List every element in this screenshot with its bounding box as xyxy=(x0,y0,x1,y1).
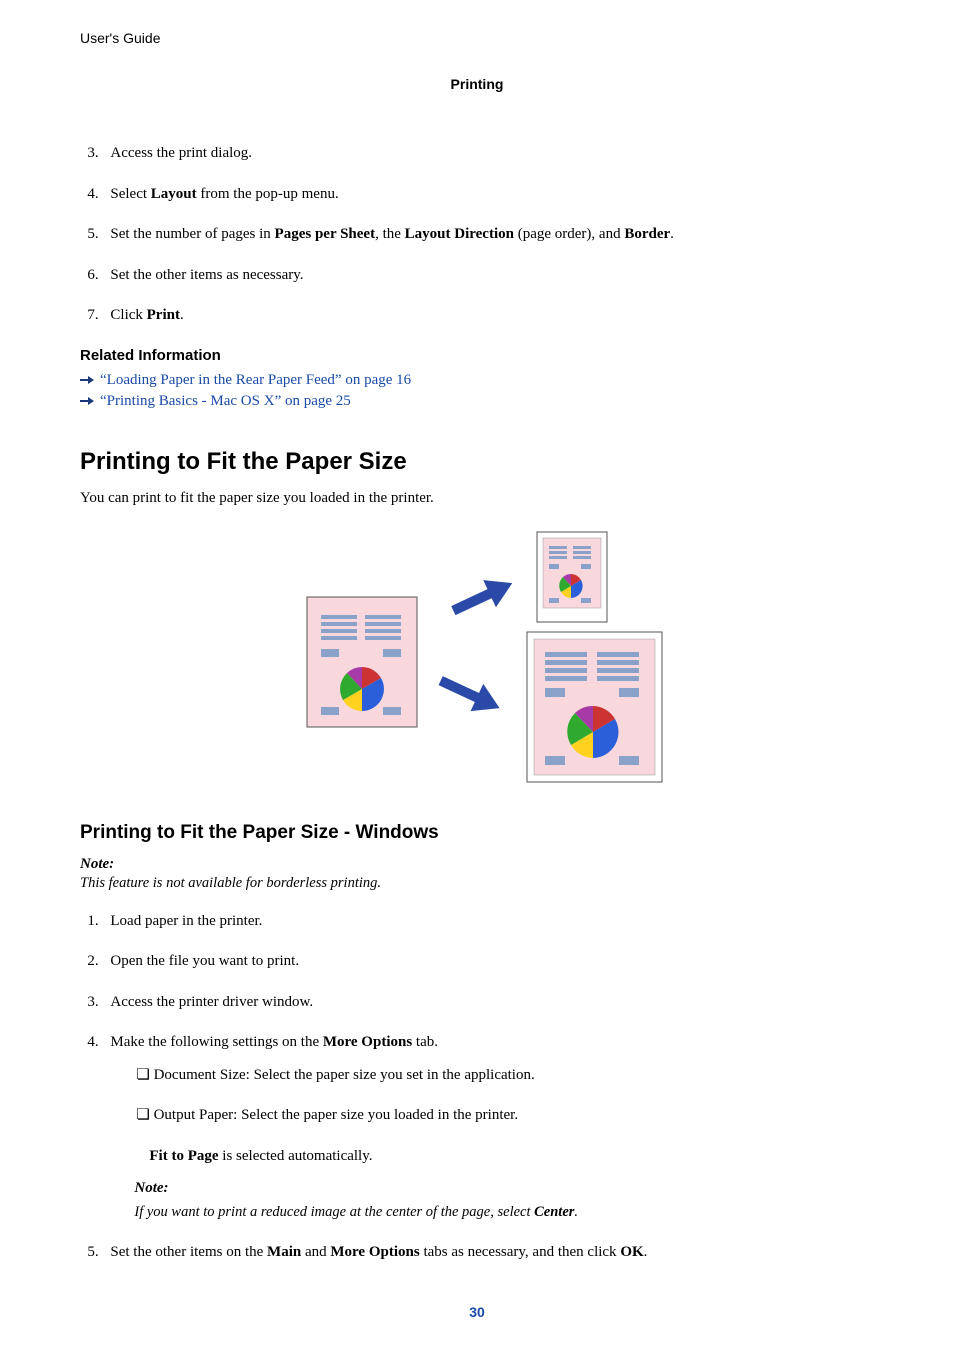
sub-text: Output Paper: Select the paper size you … xyxy=(154,1107,518,1123)
step-text: Make the following settings on the xyxy=(110,1034,322,1050)
step-text: tab. xyxy=(412,1034,438,1050)
bold-text: Pages per Sheet xyxy=(275,226,376,242)
step-text: Click xyxy=(110,307,146,323)
bold-text: Print xyxy=(147,307,180,323)
note-label: Note: xyxy=(80,856,874,873)
steps-list-b: Load paper in the printer. Open the file… xyxy=(80,910,874,1264)
step-6: Set the other items as necessary. xyxy=(102,264,874,287)
step-b3: Access the printer driver window. xyxy=(102,991,874,1014)
step-text: (page order), and xyxy=(514,226,624,242)
bold-text: Fit to Page xyxy=(149,1148,218,1164)
related-link-row: “Printing Basics - Mac OS X” on page 25 xyxy=(80,393,874,410)
bold-text: Border xyxy=(624,226,670,242)
bold-text: OK xyxy=(620,1244,643,1260)
step-text: is selected automatically. xyxy=(219,1148,373,1164)
step-b2: Open the file you want to print. xyxy=(102,950,874,973)
sub-auto-text: Fit to Page is selected automatically. xyxy=(149,1145,874,1168)
note-text: . xyxy=(574,1204,578,1220)
guide-label: User's Guide xyxy=(80,30,874,46)
page-container: User's Guide Printing Access the print d… xyxy=(0,0,954,1360)
step-b4: Make the following settings on the More … xyxy=(102,1031,874,1223)
sub-text: Document Size: Select the paper size you… xyxy=(154,1067,535,1083)
step-3: Access the print dialog. xyxy=(102,142,874,165)
page-number: 30 xyxy=(80,1304,874,1320)
related-link[interactable]: “Loading Paper in the Rear Paper Feed” o… xyxy=(100,372,411,389)
step-text: Load paper in the printer. xyxy=(110,913,262,929)
step-text: Set the other items as necessary. xyxy=(110,267,303,283)
note-label: Note: xyxy=(134,1177,874,1200)
step-text: tabs as necessary, and then click xyxy=(420,1244,621,1260)
step-text: , the xyxy=(375,226,405,242)
step-b5: Set the other items on the Main and More… xyxy=(102,1241,874,1264)
inner-note: Note: If you want to print a reduced ima… xyxy=(134,1177,874,1223)
arrow-right-icon xyxy=(80,395,94,407)
bold-text: Main xyxy=(267,1244,301,1260)
related-link[interactable]: “Printing Basics - Mac OS X” on page 25 xyxy=(100,393,351,410)
sub-item: Output Paper: Select the paper size you … xyxy=(128,1104,874,1127)
step-4: Select Layout from the pop-up menu. xyxy=(102,183,874,206)
step-text: . xyxy=(670,226,674,242)
related-link-row: “Loading Paper in the Rear Paper Feed” o… xyxy=(80,372,874,389)
step-5: Set the number of pages in Pages per She… xyxy=(102,223,874,246)
step-b1: Load paper in the printer. xyxy=(102,910,874,933)
steps-list-a: Access the print dialog. Select Layout f… xyxy=(80,142,874,327)
related-info-heading: Related Information xyxy=(80,347,874,364)
heading-fit-paper-size: Printing to Fit the Paper Size xyxy=(80,448,874,476)
intro-text: You can print to fit the paper size you … xyxy=(80,490,874,507)
figure-fit-to-page xyxy=(80,527,874,792)
step-text: from the pop-up menu. xyxy=(197,186,339,202)
fit-to-page-illustration-icon xyxy=(287,527,667,787)
step-text: Access the print dialog. xyxy=(110,145,252,161)
step-text: . xyxy=(180,307,184,323)
note-body: If you want to print a reduced image at … xyxy=(134,1202,874,1224)
arrow-right-icon xyxy=(80,374,94,386)
step-text: Open the file you want to print. xyxy=(110,953,299,969)
sub-item: Document Size: Select the paper size you… xyxy=(128,1064,874,1087)
note-body: This feature is not available for border… xyxy=(80,875,874,892)
sub-list: Document Size: Select the paper size you… xyxy=(110,1064,874,1127)
step-text: Set the other items on the xyxy=(110,1244,267,1260)
step-7: Click Print. xyxy=(102,304,874,327)
step-text: Set the number of pages in xyxy=(110,226,274,242)
bold-text: Center xyxy=(534,1204,574,1220)
bold-text: More Options xyxy=(330,1244,419,1260)
bold-text: Layout Direction xyxy=(405,226,514,242)
note-text: If you want to print a reduced image at … xyxy=(134,1204,534,1220)
bold-text: Layout xyxy=(151,186,197,202)
step-text: and xyxy=(301,1244,330,1260)
bold-text: More Options xyxy=(323,1034,412,1050)
step-text: Access the printer driver window. xyxy=(110,994,313,1010)
heading-fit-paper-windows: Printing to Fit the Paper Size - Windows xyxy=(80,822,874,844)
step-text: . xyxy=(644,1244,648,1260)
section-title: Printing xyxy=(80,76,874,92)
step-text: Select xyxy=(110,186,150,202)
